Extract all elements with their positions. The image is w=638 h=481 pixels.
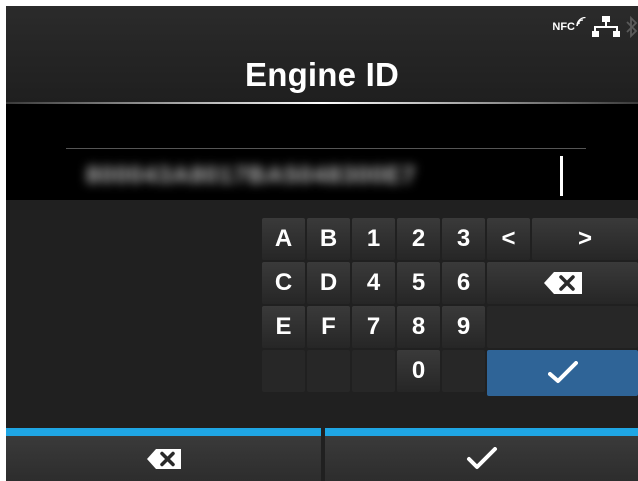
cursor-left-key[interactable]: <	[487, 218, 530, 260]
delete-button[interactable]	[6, 436, 321, 481]
right-accent-bar	[325, 428, 638, 436]
empty-key	[262, 350, 305, 392]
cursor-right-key[interactable]: >	[532, 218, 638, 260]
empty-key	[442, 350, 485, 392]
key-9[interactable]: 9	[442, 306, 485, 348]
bluetooth-icon	[626, 16, 638, 38]
input-divider	[66, 148, 586, 149]
key-b[interactable]: B	[307, 218, 350, 260]
key-a[interactable]: A	[262, 218, 305, 260]
engine-id-input[interactable]: 800043A8017BA5048300E7	[6, 104, 638, 200]
confirm-key[interactable]	[487, 350, 638, 396]
backspace-key[interactable]	[487, 262, 638, 304]
empty-key	[307, 350, 350, 392]
key-8[interactable]: 8	[397, 306, 440, 348]
printer-screen: NFC Engine ID 800043A8017BA5048300E7 A B…	[6, 6, 638, 481]
key-2[interactable]: 2	[397, 218, 440, 260]
key-3[interactable]: 3	[442, 218, 485, 260]
key-4[interactable]: 4	[352, 262, 395, 304]
backspace-icon	[543, 272, 582, 294]
ok-button[interactable]	[325, 436, 638, 481]
empty-key	[352, 350, 395, 392]
checkmark-icon	[466, 446, 497, 469]
key-5[interactable]: 5	[397, 262, 440, 304]
key-7[interactable]: 7	[352, 306, 395, 348]
footer-divider	[321, 428, 325, 481]
checkmark-icon	[547, 361, 578, 383]
page-title: Engine ID	[245, 56, 399, 93]
key-d[interactable]: D	[307, 262, 350, 304]
network-icon	[592, 16, 620, 37]
key-e[interactable]: E	[262, 306, 305, 348]
key-f[interactable]: F	[307, 306, 350, 348]
left-accent-bar	[6, 428, 321, 436]
key-6[interactable]: 6	[442, 262, 485, 304]
backspace-icon	[146, 448, 181, 469]
key-c[interactable]: C	[262, 262, 305, 304]
nfc-label: NFC	[552, 21, 575, 33]
text-cursor	[560, 156, 563, 196]
nfc-icon: NFC	[552, 17, 586, 33]
header: NFC Engine ID	[6, 6, 638, 101]
status-bar: NFC	[552, 13, 638, 41]
key-1[interactable]: 1	[352, 218, 395, 260]
engine-id-value: 800043A8017BA5048300E7	[86, 162, 417, 188]
empty-key	[487, 306, 638, 348]
key-0[interactable]: 0	[397, 350, 440, 392]
